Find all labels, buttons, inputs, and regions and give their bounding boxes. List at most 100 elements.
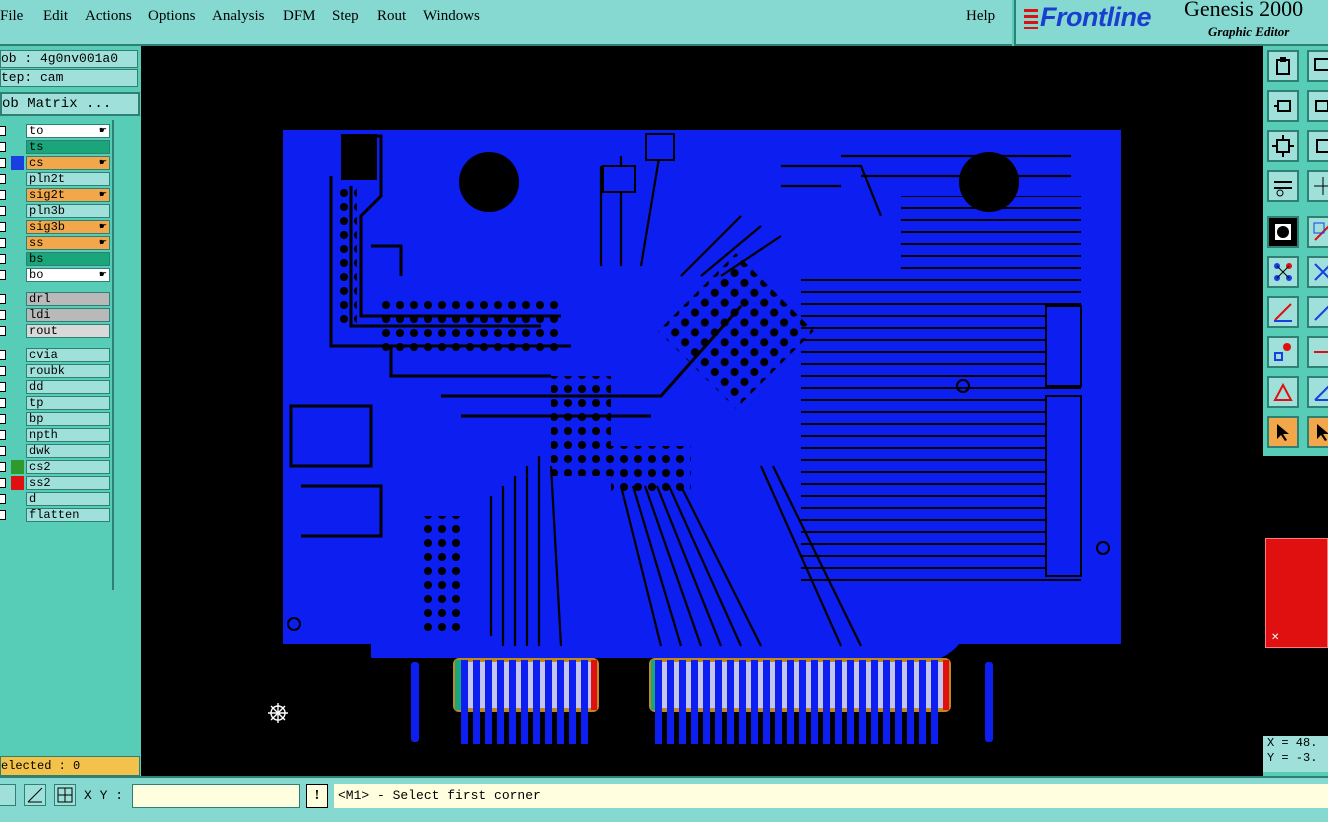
- layer-color-swatch[interactable]: [11, 156, 24, 170]
- layer-name[interactable]: ss ☛: [26, 236, 110, 250]
- layer-checkbox[interactable]: [0, 294, 6, 304]
- zoom-page-icon[interactable]: [1307, 130, 1328, 162]
- draw-line-icon[interactable]: [1267, 296, 1299, 328]
- layer-checkbox[interactable]: [0, 158, 6, 168]
- layer-checkbox[interactable]: [0, 174, 6, 184]
- layer-color-swatch[interactable]: [11, 428, 24, 442]
- overview-map[interactable]: ✕: [1263, 456, 1328, 736]
- line-shape-icon[interactable]: [1307, 216, 1328, 248]
- layer-checkbox[interactable]: [0, 414, 6, 424]
- select-pointer2-icon[interactable]: [1307, 416, 1328, 448]
- layer-name[interactable]: pln2t: [26, 172, 110, 186]
- layer-row[interactable]: ts: [0, 140, 110, 154]
- layer-name[interactable]: bs: [26, 252, 110, 266]
- layer-color-swatch[interactable]: [11, 308, 24, 322]
- layer-color-swatch[interactable]: [11, 220, 24, 234]
- menu-options[interactable]: Options: [148, 8, 196, 25]
- menu-rout[interactable]: Rout: [377, 8, 406, 25]
- layer-row[interactable]: ldi: [0, 308, 110, 322]
- menu-step[interactable]: Step: [332, 8, 359, 25]
- pad-shape-icon[interactable]: [1267, 216, 1299, 248]
- layer-color-swatch[interactable]: [11, 252, 24, 266]
- menu-dfm[interactable]: DFM: [283, 8, 316, 25]
- layer-row[interactable]: dd: [0, 380, 110, 394]
- grid-icon[interactable]: [1307, 170, 1328, 202]
- layer-checkbox[interactable]: [0, 254, 6, 264]
- layer-row[interactable]: roubk: [0, 364, 110, 378]
- layer-checkbox[interactable]: [0, 206, 6, 216]
- layer-checkbox[interactable]: [0, 366, 6, 376]
- layer-checkbox[interactable]: [0, 446, 6, 456]
- layer-checkbox[interactable]: [0, 310, 6, 320]
- xy-input[interactable]: [132, 784, 300, 808]
- layer-name[interactable]: drl: [26, 292, 110, 306]
- layer-row[interactable]: dwk: [0, 444, 110, 458]
- measure-icon[interactable]: [1267, 170, 1299, 202]
- layer-checkbox[interactable]: [0, 510, 6, 520]
- layer-row[interactable]: ss2: [0, 476, 110, 490]
- layer-name[interactable]: dwk: [26, 444, 110, 458]
- layer-name[interactable]: dd: [26, 380, 110, 394]
- layer-name[interactable]: cvia: [26, 348, 110, 362]
- layer-row[interactable]: bo ☛: [0, 268, 110, 282]
- layer-name[interactable]: ts: [26, 140, 110, 154]
- layer-checkbox[interactable]: [0, 430, 6, 440]
- layer-color-swatch[interactable]: [11, 444, 24, 458]
- window-back-icon[interactable]: [1267, 90, 1299, 122]
- layer-name[interactable]: d: [26, 492, 110, 506]
- layer-color-swatch[interactable]: [11, 380, 24, 394]
- snap-angle-icon[interactable]: [24, 784, 46, 806]
- layer-checkbox[interactable]: [0, 270, 6, 280]
- layer-name[interactable]: bo ☛: [26, 268, 110, 282]
- layer-checkbox[interactable]: [0, 350, 6, 360]
- connect-nodes-icon[interactable]: [1267, 256, 1299, 288]
- layer-name[interactable]: npth: [26, 428, 110, 442]
- horizontal-line-icon[interactable]: [1307, 336, 1328, 368]
- layer-name[interactable]: cs ☛: [26, 156, 110, 170]
- layer-row[interactable]: bs: [0, 252, 110, 266]
- select-pointer-icon[interactable]: [1267, 416, 1299, 448]
- snap-icon[interactable]: [0, 784, 16, 806]
- layer-row[interactable]: d: [0, 492, 110, 506]
- layer-name[interactable]: ldi: [26, 308, 110, 322]
- layer-color-swatch[interactable]: [11, 412, 24, 426]
- layer-color-swatch[interactable]: [11, 492, 24, 506]
- layer-color-swatch[interactable]: [11, 364, 24, 378]
- triangle-icon[interactable]: [1267, 376, 1299, 408]
- menu-windows[interactable]: Windows: [423, 8, 480, 25]
- layer-row[interactable]: cvia: [0, 348, 110, 362]
- layer-color-swatch[interactable]: [11, 140, 24, 154]
- layer-row[interactable]: ss ☛: [0, 236, 110, 250]
- draw-line2-icon[interactable]: [1307, 296, 1328, 328]
- layer-color-swatch[interactable]: [11, 508, 24, 522]
- layer-name[interactable]: pln3b: [26, 204, 110, 218]
- layer-row[interactable]: pln3b: [0, 204, 110, 218]
- layer-row[interactable]: drl: [0, 292, 110, 306]
- layer-color-swatch[interactable]: [11, 396, 24, 410]
- clipboard-icon[interactable]: [1267, 50, 1299, 82]
- layer-checkbox[interactable]: [0, 222, 6, 232]
- layer-color-swatch[interactable]: [11, 292, 24, 306]
- menu-file[interactable]: File: [0, 8, 23, 25]
- angle-icon[interactable]: [1307, 376, 1328, 408]
- add-pad-icon[interactable]: [1267, 336, 1299, 368]
- layer-color-swatch[interactable]: [11, 476, 24, 490]
- layer-name[interactable]: bp: [26, 412, 110, 426]
- menu-help[interactable]: Help: [966, 8, 995, 25]
- layer-checkbox[interactable]: [0, 126, 6, 136]
- layer-color-swatch[interactable]: [11, 124, 24, 138]
- graphic-canvas[interactable]: [141, 46, 1263, 776]
- layer-row[interactable]: cs ☛: [0, 156, 110, 170]
- layer-name[interactable]: to ☛: [26, 124, 110, 138]
- layer-name[interactable]: tp: [26, 396, 110, 410]
- layer-name[interactable]: sig3b ☛: [26, 220, 110, 234]
- zoom-fit-icon[interactable]: [1267, 130, 1299, 162]
- layer-color-swatch[interactable]: [11, 348, 24, 362]
- layer-name[interactable]: cs2: [26, 460, 110, 474]
- execute-button[interactable]: !: [306, 784, 328, 808]
- menu-analysis[interactable]: Analysis: [212, 8, 265, 25]
- monitor-icon[interactable]: [1307, 50, 1328, 82]
- layer-row[interactable]: to ☛: [0, 124, 110, 138]
- job-matrix-button[interactable]: ob Matrix ...: [0, 92, 140, 116]
- layer-row[interactable]: pln2t: [0, 172, 110, 186]
